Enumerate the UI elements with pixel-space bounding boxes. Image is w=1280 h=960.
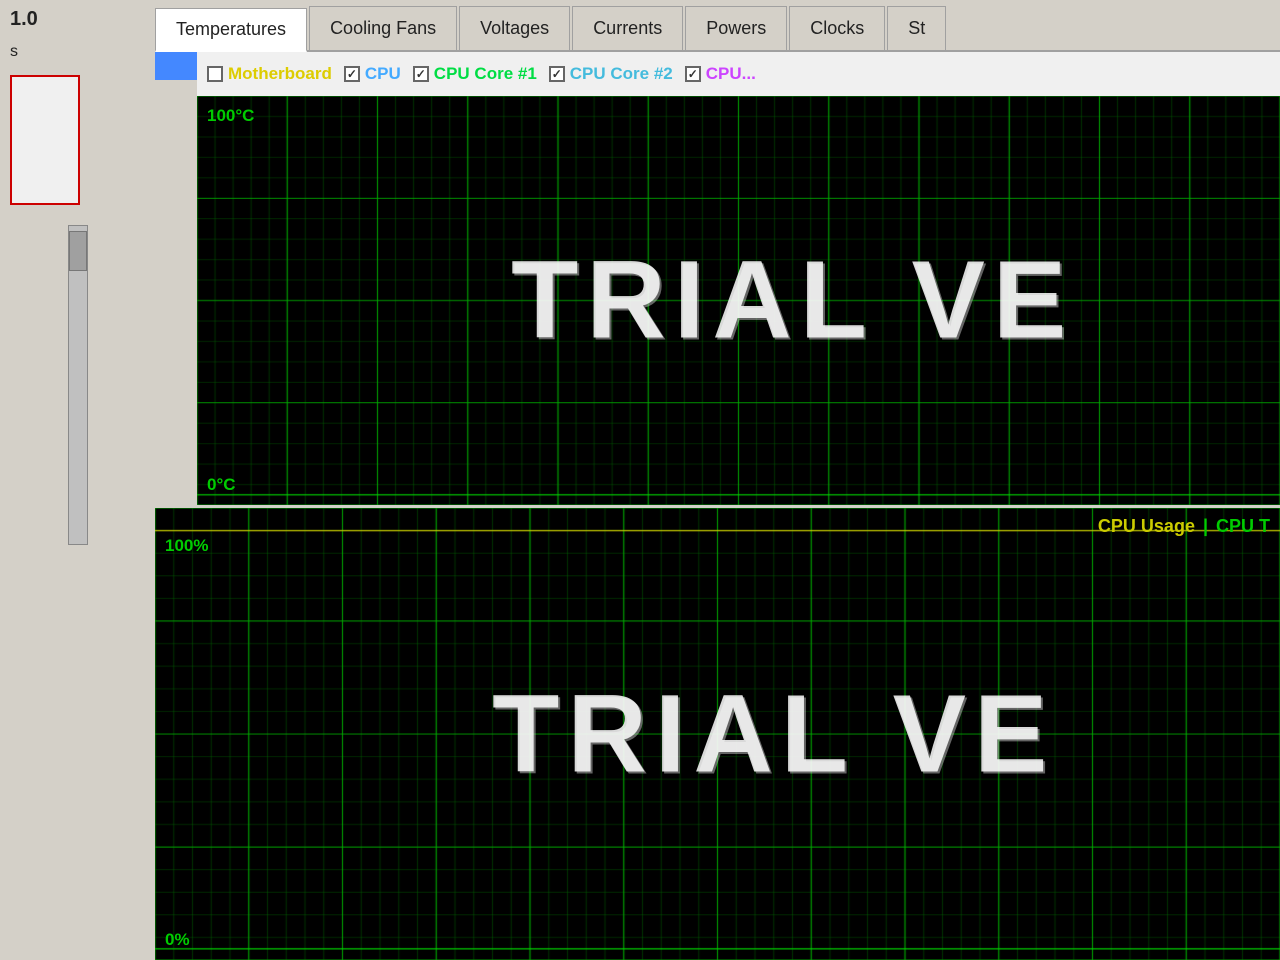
chart1-blue-indicator <box>155 52 197 80</box>
chart2-legend-sep: | <box>1203 516 1208 537</box>
motherboard-checkbox[interactable] <box>207 66 223 82</box>
cpu-core2-checkbox[interactable] <box>549 66 565 82</box>
chart2-legend-usage: CPU Usage <box>1098 516 1195 537</box>
chart1-canvas <box>197 96 1280 505</box>
cpu-checkbox[interactable] <box>344 66 360 82</box>
chart2-legend-cput: CPU T <box>1216 516 1270 537</box>
legend-motherboard[interactable]: Motherboard <box>207 64 332 84</box>
cpu-extra-checkbox[interactable] <box>685 66 701 82</box>
tab-clocks[interactable]: Clocks <box>789 6 885 50</box>
tab-powers[interactable]: Powers <box>685 6 787 50</box>
chart1-wrapper: Motherboard CPU CPU Core #1 <box>197 52 1280 505</box>
cpu-core1-checkbox[interactable] <box>413 66 429 82</box>
version-label: 1.0 <box>0 0 155 39</box>
tab-bar: Temperatures Cooling Fans Voltages Curre… <box>155 0 1280 52</box>
chart2-max-label: 100% <box>165 536 208 556</box>
scrollbar-thumb[interactable] <box>69 231 87 271</box>
legend-cpu[interactable]: CPU <box>344 64 401 84</box>
sidebar: 1.0 s <box>0 0 155 960</box>
chart2-canvas <box>155 508 1280 960</box>
chart1-grid: 100°C 0°C TRIAL VE <box>197 96 1280 505</box>
legend-cpu-core1[interactable]: CPU Core #1 <box>413 64 537 84</box>
legend-cpu-extra[interactable]: CPU... <box>685 64 756 84</box>
chart1-max-label: 100°C <box>207 106 254 126</box>
chart2-min-label: 0% <box>165 930 190 950</box>
sidebar-red-box <box>10 75 80 205</box>
chart2-wrapper: CPU Usage | CPU T 100% 0% TRIAL VE <box>155 508 1280 960</box>
chart2-legend: CPU Usage | CPU T <box>1098 516 1270 537</box>
chart2-grid: CPU Usage | CPU T 100% 0% TRIAL VE <box>155 508 1280 960</box>
sidebar-s-label: s <box>0 39 155 65</box>
tab-voltages[interactable]: Voltages <box>459 6 570 50</box>
legend-cpu-core2[interactable]: CPU Core #2 <box>549 64 673 84</box>
main-content: Temperatures Cooling Fans Voltages Curre… <box>155 0 1280 960</box>
tab-currents[interactable]: Currents <box>572 6 683 50</box>
chart1-min-label: 0°C <box>207 475 236 495</box>
sidebar-scrollbar[interactable] <box>68 225 88 545</box>
tab-st[interactable]: St <box>887 6 946 50</box>
chart1-legend: Motherboard CPU CPU Core #1 <box>197 52 1280 96</box>
tab-cooling-fans[interactable]: Cooling Fans <box>309 6 457 50</box>
charts-area: Motherboard CPU CPU Core #1 <box>155 52 1280 960</box>
tab-temperatures[interactable]: Temperatures <box>155 8 307 52</box>
